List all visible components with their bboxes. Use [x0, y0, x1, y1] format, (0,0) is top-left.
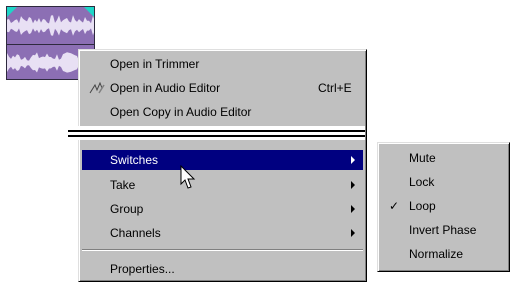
menu-item-channels[interactable]: Channels: [82, 223, 363, 243]
audio-editor-icon: [89, 81, 105, 94]
menu-item-open-in-audio-editor[interactable]: Open in Audio Editor Ctrl+E: [82, 78, 363, 98]
submenu-item-loop[interactable]: ✓ Loop: [381, 196, 506, 216]
submenu-item-mute[interactable]: Mute: [381, 148, 506, 168]
menu-divider-line: [68, 135, 365, 137]
submenu-arrow-icon: [351, 205, 355, 213]
menu-item-take[interactable]: Take: [82, 175, 363, 195]
context-menu: Open in Trimmer Open in Audio Editor Ctr…: [78, 49, 367, 282]
submenu-arrow-icon: [351, 181, 355, 189]
menu-item-group[interactable]: Group: [82, 199, 363, 219]
fade-out-handle[interactable]: [84, 7, 94, 17]
menu-item-switches[interactable]: Switches: [82, 150, 363, 170]
shortcut-label: Ctrl+E: [318, 81, 352, 95]
submenu-item-invert-phase[interactable]: Invert Phase: [381, 220, 506, 240]
submenu-item-normalize[interactable]: Normalize: [381, 244, 506, 264]
menu-item-properties[interactable]: Properties...: [82, 259, 363, 279]
menu-gap: [68, 126, 365, 140]
menu-item-open-in-trimmer[interactable]: Open in Trimmer: [82, 54, 363, 74]
mouse-pointer-icon: [180, 165, 196, 189]
submenu-arrow-icon: [351, 156, 355, 164]
menu-separator: [82, 249, 363, 251]
submenu-item-lock[interactable]: Lock: [381, 172, 506, 192]
submenu-arrow-icon: [351, 229, 355, 237]
menu-item-open-copy-in-audio-editor[interactable]: Open Copy in Audio Editor: [82, 102, 363, 122]
checkmark-icon: ✓: [389, 199, 400, 213]
fade-in-handle[interactable]: [7, 7, 17, 17]
menu-divider-line: [68, 130, 365, 132]
switches-submenu: Mute Lock ✓ Loop Invert Phase Normalize: [377, 142, 510, 272]
